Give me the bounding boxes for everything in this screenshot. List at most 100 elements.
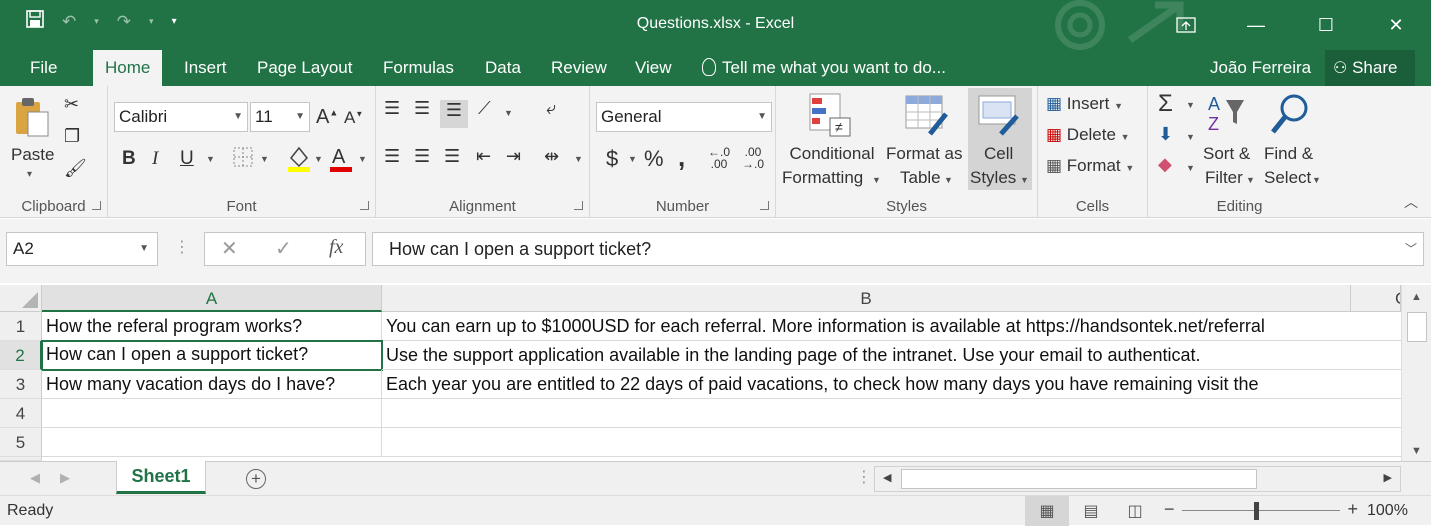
sort-filter-label-2[interactable]: Filter [1205, 168, 1243, 188]
number-format-select[interactable]: General ▼ [596, 102, 772, 132]
maximize-button[interactable]: ☐ [1291, 0, 1361, 50]
font-launcher-icon[interactable] [360, 201, 369, 210]
zoom-in-icon[interactable]: + [1347, 499, 1358, 520]
cell-a4[interactable] [42, 399, 382, 428]
fill-color-dropdown-icon[interactable]: ▼ [314, 154, 323, 164]
currency-button[interactable]: $ [606, 146, 618, 172]
conditional-formatting-icon[interactable]: ≠ [808, 92, 852, 143]
horizontal-scrollbar[interactable]: ◀ ▶ [874, 466, 1401, 492]
enter-icon[interactable]: ✓ [275, 236, 292, 261]
wrap-text-icon[interactable]: ⤶ [546, 98, 556, 119]
format-painter-icon[interactable]: 🖌 [64, 158, 87, 179]
conditional-formatting-dropdown-icon[interactable]: ▼ [872, 175, 881, 185]
zoom-level[interactable]: 100% [1367, 502, 1408, 520]
align-right-icon[interactable]: ☰ [444, 146, 460, 167]
tab-review[interactable]: Review [551, 50, 607, 86]
conditional-formatting-label-2[interactable]: Formatting [782, 168, 863, 188]
font-name-select[interactable]: Calibri ▼ [114, 102, 248, 132]
tab-formulas[interactable]: Formulas [383, 50, 454, 86]
increase-indent-icon[interactable]: ⇥ [506, 146, 521, 167]
tab-file[interactable]: File [30, 50, 57, 86]
align-center-icon[interactable]: ☰ [414, 146, 430, 167]
cell-b4[interactable] [382, 399, 1401, 428]
sort-filter-dropdown-icon[interactable]: ▼ [1246, 175, 1255, 185]
copy-icon[interactable]: ❐ [64, 126, 80, 147]
clear-icon[interactable]: ◆ [1158, 154, 1172, 175]
select-all-button[interactable] [0, 285, 42, 312]
row-header-5[interactable]: 5 [0, 428, 42, 457]
borders-icon[interactable] [232, 146, 254, 173]
find-select-label-1[interactable]: Find & [1264, 144, 1313, 164]
cell-a1[interactable]: How the referal program works? [42, 312, 382, 341]
shrink-font-icon[interactable]: A▼ [344, 108, 363, 128]
number-launcher-icon[interactable] [760, 201, 769, 210]
delete-cells-button[interactable]: ▦ Delete ▼ [1046, 125, 1130, 145]
percent-button[interactable]: % [644, 146, 664, 172]
orientation-dropdown-icon[interactable]: ▼ [504, 108, 513, 118]
underline-dropdown-icon[interactable]: ▼ [206, 154, 215, 164]
grow-font-icon[interactable]: A▲ [316, 106, 338, 129]
zoom-slider-thumb[interactable] [1254, 502, 1259, 520]
format-as-table-icon[interactable] [904, 94, 950, 143]
insert-function-icon[interactable]: fx [329, 236, 343, 259]
page-break-preview-icon[interactable]: ◫ [1113, 496, 1157, 526]
column-header-a[interactable]: A [42, 285, 382, 312]
middle-align-icon[interactable]: ☰ [414, 98, 430, 119]
column-header-c[interactable]: C [1351, 285, 1401, 312]
fill-color-icon[interactable] [286, 144, 312, 177]
fill-icon[interactable]: ⬇ [1158, 124, 1173, 145]
currency-dropdown-icon[interactable]: ▼ [628, 154, 637, 164]
clipboard-launcher-icon[interactable] [92, 201, 101, 210]
paste-icon[interactable] [10, 96, 54, 137]
share-button[interactable]: ⚇ Share [1325, 50, 1415, 86]
font-size-select[interactable]: 11 ▼ [250, 102, 310, 132]
row-header-1[interactable]: 1 [0, 312, 42, 341]
next-sheet-icon[interactable]: ▶ [60, 470, 70, 486]
row-header-3[interactable]: 3 [0, 370, 42, 399]
tab-data[interactable]: Data [485, 50, 521, 86]
cell-b1[interactable]: You can earn up to $1000USD for each ref… [382, 312, 1401, 341]
vertical-scrollbar[interactable]: ▲ ▼ [1401, 285, 1431, 461]
zoom-out-icon[interactable]: − [1164, 499, 1175, 520]
orientation-icon[interactable]: ⟋ [478, 98, 491, 119]
horizontal-scroll-thumb[interactable] [901, 469, 1257, 489]
bottom-align-icon[interactable]: ☰ [440, 100, 468, 128]
font-color-icon[interactable]: A [328, 144, 354, 177]
insert-cells-button[interactable]: ▦ Insert ▼ [1046, 94, 1123, 114]
row-header-2[interactable]: 2 [0, 341, 42, 370]
tab-view[interactable]: View [635, 50, 672, 86]
cell-styles-button[interactable]: Cell Styles ▼ [968, 88, 1032, 190]
merge-center-icon[interactable]: ⇹ [544, 146, 559, 167]
fill-dropdown-icon[interactable]: ▼ [1186, 132, 1195, 142]
normal-view-icon[interactable]: ▦ [1025, 496, 1069, 526]
comma-style-button[interactable]: , [678, 142, 685, 173]
scroll-up-icon[interactable]: ▲ [1411, 291, 1422, 303]
column-header-b[interactable]: B [382, 285, 1351, 312]
paste-label[interactable]: Paste [11, 145, 54, 165]
ribbon-display-options-icon[interactable] [1151, 0, 1221, 50]
cell-b2[interactable]: Use the support application available in… [382, 341, 1401, 370]
top-align-icon[interactable]: ☰ [384, 98, 400, 119]
format-as-table-dropdown-icon[interactable]: ▼ [944, 175, 953, 185]
find-select-dropdown-icon[interactable]: ▼ [1312, 175, 1321, 185]
underline-button[interactable]: U [180, 148, 194, 170]
name-box[interactable]: A2 ▼ [6, 232, 158, 266]
cell-a3[interactable]: How many vacation days do I have? [42, 370, 382, 399]
vertical-scroll-thumb[interactable] [1407, 312, 1427, 342]
add-sheet-icon[interactable]: + [246, 469, 266, 489]
scroll-left-icon[interactable]: ◀ [883, 471, 891, 484]
find-select-label-2[interactable]: Select [1264, 168, 1311, 188]
tell-me-search[interactable]: Tell me what you want to do... [702, 50, 946, 86]
borders-dropdown-icon[interactable]: ▼ [260, 154, 269, 164]
cell-b3[interactable]: Each year you are entitled to 22 days of… [382, 370, 1401, 399]
alignment-launcher-icon[interactable] [574, 201, 583, 210]
decrease-indent-icon[interactable]: ⇤ [476, 146, 491, 167]
tab-split-grip-icon[interactable]: ⋮ [856, 467, 872, 487]
increase-decimal-icon[interactable]: ←.0.00 [708, 146, 730, 170]
prev-sheet-icon[interactable]: ◀ [30, 470, 40, 486]
autosum-dropdown-icon[interactable]: ▼ [1186, 100, 1195, 110]
format-as-table-label-1[interactable]: Format as [886, 144, 963, 164]
user-name[interactable]: João Ferreira [1210, 50, 1311, 86]
decrease-decimal-icon[interactable]: .00 →.0 [742, 146, 764, 170]
cancel-icon[interactable]: ✕ [221, 236, 238, 261]
